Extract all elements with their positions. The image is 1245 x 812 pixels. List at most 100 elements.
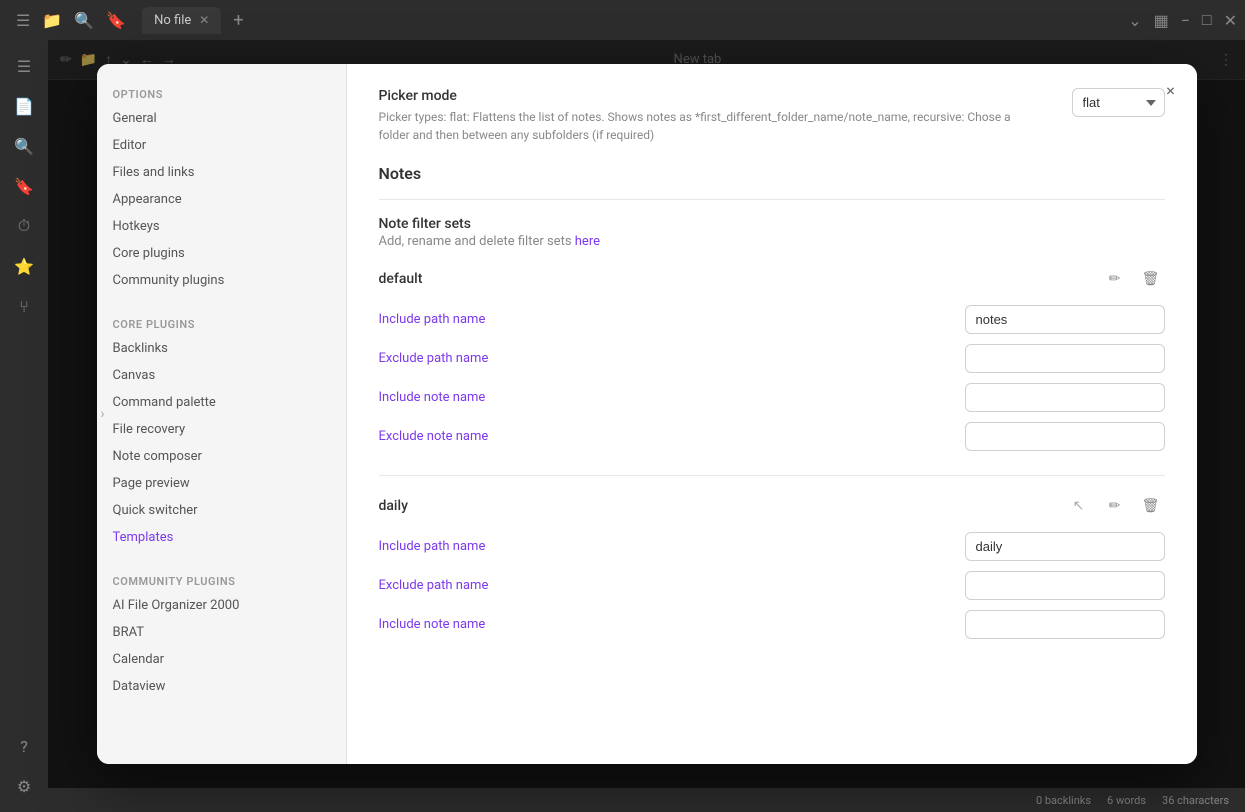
include-note-name-daily: Include note name (379, 610, 1165, 639)
exclude-note-name-input-default[interactable] (965, 422, 1165, 451)
word-count: 6 words (1107, 794, 1146, 807)
sidebar-item-ai-file-organizer[interactable]: AI File Organizer 2000 (97, 592, 346, 619)
close-modal-button[interactable]: × (1157, 76, 1185, 104)
tab-close-icon[interactable]: ✕ (199, 13, 209, 27)
sidebar-item-editor[interactable]: Editor (97, 132, 346, 159)
delete-filter-set-default-button[interactable]: 🗑 (1137, 265, 1165, 293)
close-window-icon[interactable]: ✕ (1224, 11, 1237, 30)
sidebar-item-dataview[interactable]: Dataview (97, 673, 346, 700)
exclude-path-name-daily-label: Exclude path name (379, 578, 965, 593)
include-note-name-daily-label: Include note name (379, 617, 965, 632)
sidebar-item-quick-switcher[interactable]: Quick switcher (97, 497, 346, 524)
sidebar-item-files-links[interactable]: Files and links (97, 159, 346, 186)
page-preview-label: Page preview (113, 476, 190, 491)
notes-section-heading: Notes (379, 164, 1165, 183)
maximize-icon[interactable]: □ (1202, 10, 1212, 30)
sidebar-item-note-composer[interactable]: Note composer (97, 443, 346, 470)
titlebar-right-controls: ⌄ ▦ − □ ✕ (1128, 10, 1237, 30)
sidebar-item-search[interactable]: 🔍 (6, 128, 42, 164)
edit-filter-set-daily-button[interactable]: ✏ (1101, 492, 1129, 520)
sidebar-item-file-recovery[interactable]: File recovery (97, 416, 346, 443)
include-note-name-default: Include note name (379, 383, 1165, 412)
note-filter-sets-description: Add, rename and delete filter sets here (379, 234, 1165, 249)
sidebar-toggle-icon[interactable]: ☰ (16, 11, 30, 30)
exclude-path-name-default: Exclude path name (379, 344, 1165, 373)
filter-set-daily-name: daily (379, 498, 1065, 514)
minimize-icon[interactable]: − (1181, 11, 1190, 30)
brat-label: BRAT (113, 625, 145, 640)
sidebar-item-brat[interactable]: BRAT (97, 619, 346, 646)
sidebar-item-hotkeys[interactable]: Hotkeys (97, 213, 346, 240)
include-path-name-input-daily[interactable] (965, 532, 1165, 561)
here-link[interactable]: here (575, 234, 600, 249)
picker-mode-description: Picker types: flat: Flattens the list of… (379, 108, 1019, 144)
sidebar-item-core-plugins[interactable]: Core plugins (97, 240, 346, 267)
sidebar-item-backlinks[interactable]: Backlinks (97, 335, 346, 362)
sidebar-item-starred[interactable]: ⭐ (6, 248, 42, 284)
settings-main-content: Picker mode Picker types: flat: Flattens… (347, 64, 1197, 764)
core-plugins-label: Core plugins (113, 246, 185, 261)
hotkeys-label: Hotkeys (113, 219, 160, 234)
community-plugins-label: Community plugins (113, 273, 225, 288)
filter-set-daily-header: daily ↖ ✏ 🗑 (379, 492, 1165, 520)
exclude-path-name-input-default[interactable] (965, 344, 1165, 373)
layout-icon[interactable]: ▦ (1154, 11, 1169, 30)
general-label: General (113, 111, 157, 126)
sidebar-item-recent[interactable]: ⏱ (6, 208, 42, 244)
include-path-name-daily-label: Include path name (379, 539, 965, 554)
sidebar-item-command-palette[interactable]: Command palette (97, 389, 346, 416)
close-icon: × (1166, 81, 1175, 100)
sidebar-item-bookmarks[interactable]: 🔖 (6, 168, 42, 204)
include-note-name-input-default[interactable] (965, 383, 1165, 412)
core-plugins-section-label: Core plugins (97, 310, 346, 335)
dataview-label: Dataview (113, 679, 166, 694)
backlinks-count: 0 backlinks (1036, 794, 1091, 807)
filter-set-default: default ✏ 🗑 Include path name Exclude pa… (379, 265, 1165, 451)
sidebar-item-files[interactable]: ☰ (6, 48, 42, 84)
exclude-path-name-input-daily[interactable] (965, 571, 1165, 600)
divider-2 (379, 475, 1165, 476)
chevron-down-icon[interactable]: ⌄ (1128, 11, 1141, 30)
picker-mode-select[interactable]: flat recursive (1072, 88, 1165, 117)
picker-mode-title: Picker mode (379, 88, 1056, 104)
include-path-name-label: Include path name (379, 312, 965, 327)
sidebar-item-templates[interactable]: Templates (97, 524, 346, 551)
files-icon[interactable]: 📁 (42, 11, 62, 30)
sidebar-item-general[interactable]: General (97, 105, 346, 132)
picker-mode-setting: Picker mode Picker types: flat: Flattens… (379, 88, 1165, 144)
edit-filter-set-default-button[interactable]: ✏ (1101, 265, 1129, 293)
appearance-label: Appearance (113, 192, 182, 207)
sidebar-item-community-plugins[interactable]: Community plugins (97, 267, 346, 294)
delete-filter-set-daily-button[interactable]: 🗑 (1137, 492, 1165, 520)
search-titlebar-icon[interactable]: 🔍 (74, 11, 94, 30)
settings-modal: × Options General Editor Files and links… (97, 64, 1197, 764)
sidebar-collapse-button[interactable]: › (97, 406, 109, 422)
sidebar-item-git[interactable]: ⑂ (6, 288, 42, 324)
sidebar-item-help[interactable]: ? (6, 728, 42, 764)
calendar-label: Calendar (113, 652, 165, 667)
templates-label: Templates (113, 530, 174, 545)
settings-sidebar: Options General Editor Files and links A… (97, 64, 347, 764)
bookmark-titlebar-icon[interactable]: 🔖 (106, 11, 126, 30)
include-path-name-input-default[interactable] (965, 305, 1165, 334)
current-tab[interactable]: No file ✕ (142, 7, 221, 34)
note-composer-label: Note composer (113, 449, 202, 464)
filter-set-default-header: default ✏ 🗑 (379, 265, 1165, 293)
sidebar-item-appearance[interactable]: Appearance (97, 186, 346, 213)
file-recovery-label: File recovery (113, 422, 186, 437)
canvas-label: Canvas (113, 368, 156, 383)
sidebar-item-filedock[interactable]: 📄 (6, 88, 42, 124)
exclude-path-name-daily: Exclude path name (379, 571, 1165, 600)
titlebar-left-icons: ☰ 📁 🔍 🔖 (8, 11, 134, 30)
quick-switcher-label: Quick switcher (113, 503, 198, 518)
backlinks-label: Backlinks (113, 341, 168, 356)
sidebar-item-page-preview[interactable]: Page preview (97, 470, 346, 497)
new-tab-button[interactable]: + (225, 6, 251, 35)
titlebar: ☰ 📁 🔍 🔖 No file ✕ + ⌄ ▦ − □ ✕ (0, 0, 1245, 40)
tab-label: No file (154, 13, 191, 28)
exclude-note-name-default: Exclude note name (379, 422, 1165, 451)
include-note-name-input-daily[interactable] (965, 610, 1165, 639)
sidebar-item-canvas[interactable]: Canvas (97, 362, 346, 389)
sidebar-item-settings[interactable]: ⚙ (6, 768, 42, 804)
sidebar-item-calendar[interactable]: Calendar (97, 646, 346, 673)
